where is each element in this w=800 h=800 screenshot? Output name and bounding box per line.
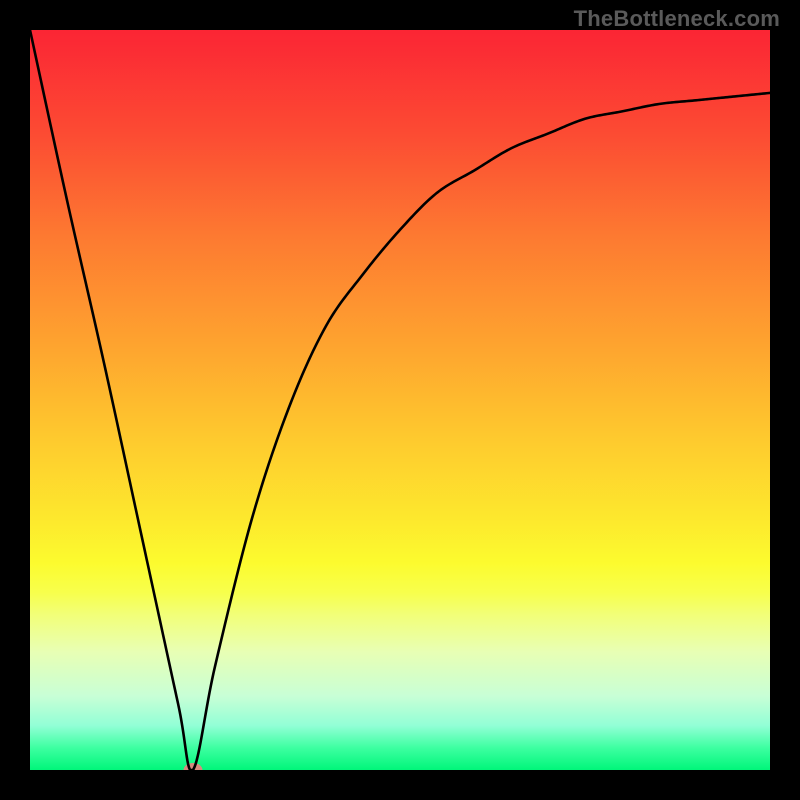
bottleneck-curve <box>30 30 770 770</box>
watermark-text: TheBottleneck.com <box>574 6 780 32</box>
curve-svg <box>30 30 770 770</box>
plot-area <box>30 30 770 770</box>
chart-frame: TheBottleneck.com <box>0 0 800 800</box>
